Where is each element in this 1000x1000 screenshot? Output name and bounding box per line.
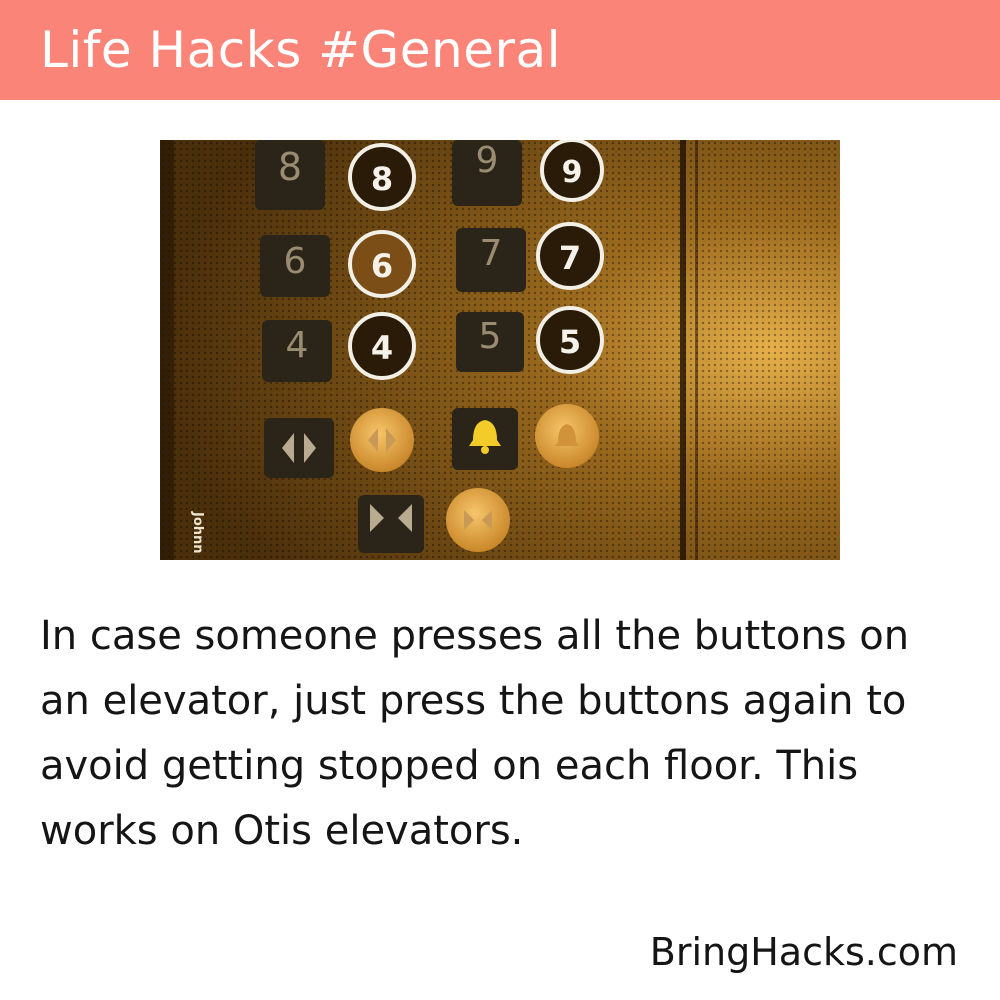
svg-text:6: 6	[284, 241, 307, 282]
elevator-photo: 8 8 9 9 6 6 7 7 4 4 5 5 Johnn	[160, 140, 840, 560]
svg-text:7: 7	[559, 239, 581, 277]
floor-button-7: 7	[536, 222, 604, 290]
svg-text:4: 4	[371, 329, 393, 367]
photo-credit: Johnn	[190, 511, 205, 554]
floor-plate-8: 8	[255, 140, 325, 210]
floor-button-5: 5	[536, 306, 604, 374]
door-close-icon	[446, 488, 510, 552]
header-banner: Life Hacks #General	[0, 0, 1000, 100]
floor-plate-9: 9	[452, 140, 522, 206]
floor-plate-6: 6	[260, 235, 330, 297]
door-open-icon	[350, 408, 414, 472]
svg-text:4: 4	[286, 325, 309, 366]
floor-button-6: 6	[348, 230, 416, 298]
footer-brand: BringHacks.com	[649, 930, 958, 974]
floor-plate-7: 7	[456, 228, 526, 292]
hack-description: In case someone presses all the buttons …	[40, 613, 910, 854]
elevator-panel-illustration: 8 8 9 9 6 6 7 7 4 4 5 5 Johnn	[160, 140, 840, 560]
svg-text:8: 8	[371, 160, 393, 198]
bell-plate	[452, 408, 518, 470]
svg-text:8: 8	[278, 145, 302, 189]
floor-button-9: 9	[540, 140, 604, 202]
svg-text:9: 9	[562, 155, 583, 190]
floor-button-4: 4	[348, 312, 416, 380]
bell-icon	[535, 404, 599, 468]
door-close-plate	[358, 495, 424, 553]
svg-text:9: 9	[476, 140, 499, 181]
door-open-plate	[264, 418, 334, 478]
floor-button-8: 8	[348, 143, 416, 211]
floor-plate-4: 4	[262, 320, 332, 382]
svg-text:5: 5	[559, 323, 581, 361]
svg-text:5: 5	[479, 316, 502, 357]
page-title: Life Hacks #General	[40, 21, 562, 79]
svg-text:6: 6	[371, 247, 393, 285]
floor-plate-5: 5	[456, 312, 524, 372]
svg-text:7: 7	[480, 233, 503, 274]
